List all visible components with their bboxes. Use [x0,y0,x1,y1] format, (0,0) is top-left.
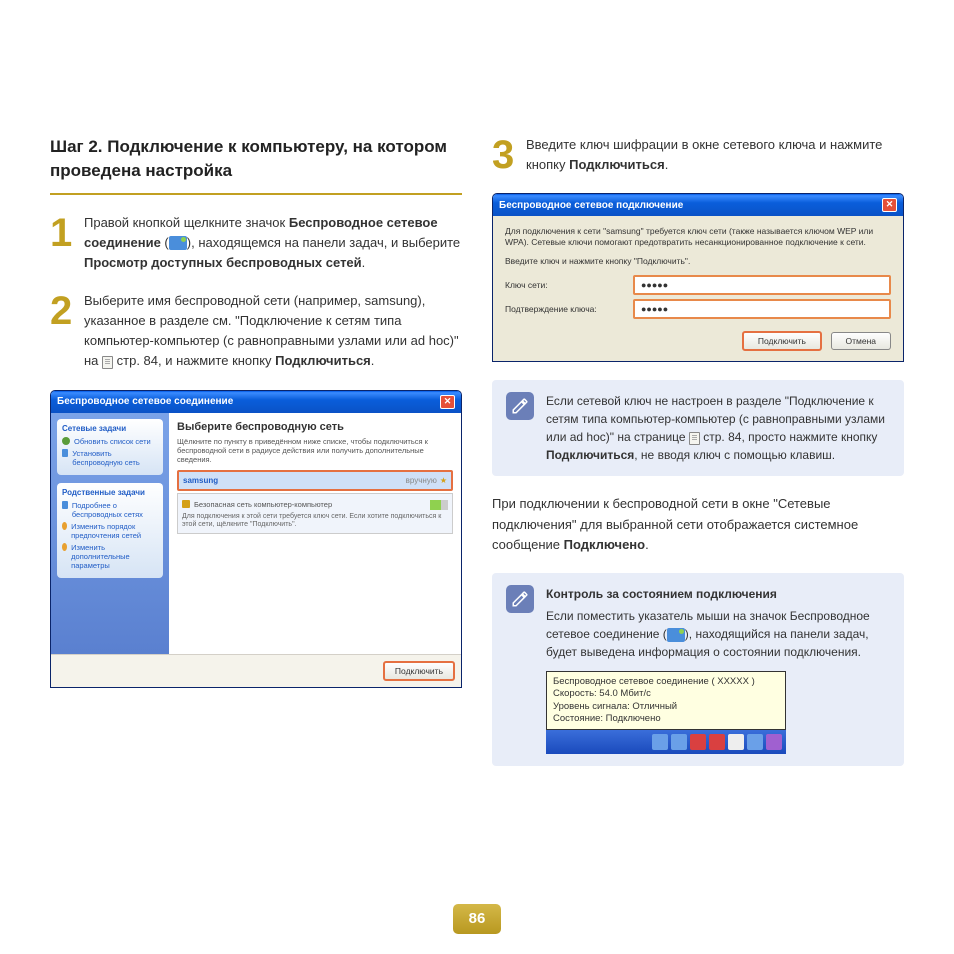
text-bold: Подключиться [275,353,371,368]
signal-icon [430,500,448,510]
window-main: Выберите беспроводную сеть Щёлкните по п… [169,413,461,655]
text: стр. 84, просто нажмите кнопку [700,430,878,444]
step-number: 2 [50,291,78,372]
text: стр. 84, и нажмите кнопку [113,353,275,368]
page-ref-icon [102,356,113,369]
close-icon[interactable]: ✕ [440,395,455,409]
connect-button[interactable]: Подключить [742,331,822,351]
note-title: Контроль за состоянием подключения [546,585,890,603]
tray-icon[interactable] [671,734,687,750]
step-3: 3 Введите ключ шифрации в окне сетевого … [492,135,904,175]
sidebar-item[interactable]: Установить беспроводную сеть [62,449,158,467]
page-ref-icon [689,432,700,445]
tray-icon[interactable] [652,734,668,750]
network-type: Безопасная сеть компьютер-компьютер [194,500,332,510]
network-item-details: Безопасная сеть компьютер-компьютер Для … [177,493,453,535]
sidebar-item[interactable]: Подробнее о беспроводных сетях [62,501,158,519]
connection-tooltip: Беспроводное сетевое соединение ( XXXXX … [546,671,786,730]
tooltip-line: Скорость: 54.0 Мбит/с [553,688,779,700]
step-2: 2 Выберите имя беспроводной сети (наприм… [50,291,462,372]
network-desc: Для подключения к этой сети требуется кл… [182,513,448,530]
wireless-icon [169,236,187,250]
text: ( [161,235,169,250]
tooltip-line: Беспроводное сетевое соединение ( XXXXX … [553,676,779,688]
text: При подключении к беспроводной сети в ок… [492,496,858,551]
wireless-networks-window: Беспроводное сетевое соединение ✕ Сетевы… [50,390,462,689]
close-icon[interactable]: ✕ [882,198,897,212]
window-titlebar[interactable]: Беспроводное сетевое соединение ✕ [51,391,461,413]
text: , не вводя ключ с помощью клавиш. [634,448,835,462]
cancel-button[interactable]: Отмена [831,332,892,350]
text: . [665,157,669,172]
confirm-label: Подтверждение ключа: [505,304,625,314]
text: ), находящемся на панели задач, и выбери… [187,235,460,250]
key-input[interactable]: ●●●●● [633,275,891,295]
text: . [362,255,366,270]
step-1: 1 Правой кнопкой щелкните значок Беспров… [50,213,462,273]
text-bold: Подключено [564,537,645,552]
paragraph: При подключении к беспроводной сети в ок… [492,494,904,554]
wireless-icon [667,628,685,642]
wireless-key-dialog: Беспроводное сетевое подключение ✕ Для п… [492,193,904,362]
note-box-status: Контроль за состоянием подключения Если … [492,573,904,766]
pencil-icon [506,585,534,613]
step-number: 1 [50,213,78,273]
connect-button[interactable]: Подключить [383,661,455,681]
network-status: вручную [406,476,437,485]
step-number: 3 [492,135,520,175]
tooltip-line: Уровень сигнала: Отличный [553,701,779,713]
tray-icon[interactable] [766,734,782,750]
text: . [645,537,649,552]
page-number: 86 [453,904,501,934]
tooltip-line: Состояние: Подключено [553,713,779,725]
sidebar-item[interactable]: Изменить дополнительные параметры [62,543,158,570]
text-bold: Подключиться [569,157,665,172]
tray-icon[interactable] [690,734,706,750]
window-titlebar[interactable]: Беспроводное сетевое подключение ✕ [493,194,903,216]
confirm-input[interactable]: ●●●●● [633,299,891,319]
network-name: samsung [183,476,218,485]
network-item-selected[interactable]: samsung вручную★ [177,470,453,491]
text-bold: Подключиться [546,448,634,462]
key-label: Ключ сети: [505,280,625,290]
sidebar-panel-title: Сетевые задачи [62,424,158,433]
lock-icon [182,500,190,508]
tray-icon[interactable] [747,734,763,750]
main-subtitle: Щёлкните по пункту в приведённом ниже сп… [177,437,453,464]
text: . [371,353,375,368]
sidebar-item[interactable]: Обновить список сети [62,437,158,446]
window-title: Беспроводное сетевое подключение [499,200,683,211]
tray-wireless-icon[interactable] [728,734,744,750]
text: Правой кнопкой щелкните значок [84,215,289,230]
main-title: Выберите беспроводную сеть [177,421,453,433]
dialog-text: Для подключения к сети "samsung" требует… [505,226,891,248]
note-box: Если сетевой ключ не настроен в разделе … [492,380,904,476]
text-bold: Просмотр доступных беспроводных сетей [84,255,362,270]
sidebar-panel-title: Родственные задачи [62,488,158,497]
pencil-icon [506,392,534,420]
section-title: Шаг 2. Подключение к компьютеру, на кото… [50,135,462,183]
section-divider [50,193,462,195]
dialog-text: Введите ключ и нажмите кнопку "Подключит… [505,256,891,267]
sidebar-item[interactable]: Изменить порядок предпочтения сетей [62,522,158,540]
taskbar [546,730,786,754]
window-sidebar: Сетевые задачи Обновить список сети Уста… [51,413,169,655]
window-title: Беспроводное сетевое соединение [57,396,233,407]
tray-icon[interactable] [709,734,725,750]
